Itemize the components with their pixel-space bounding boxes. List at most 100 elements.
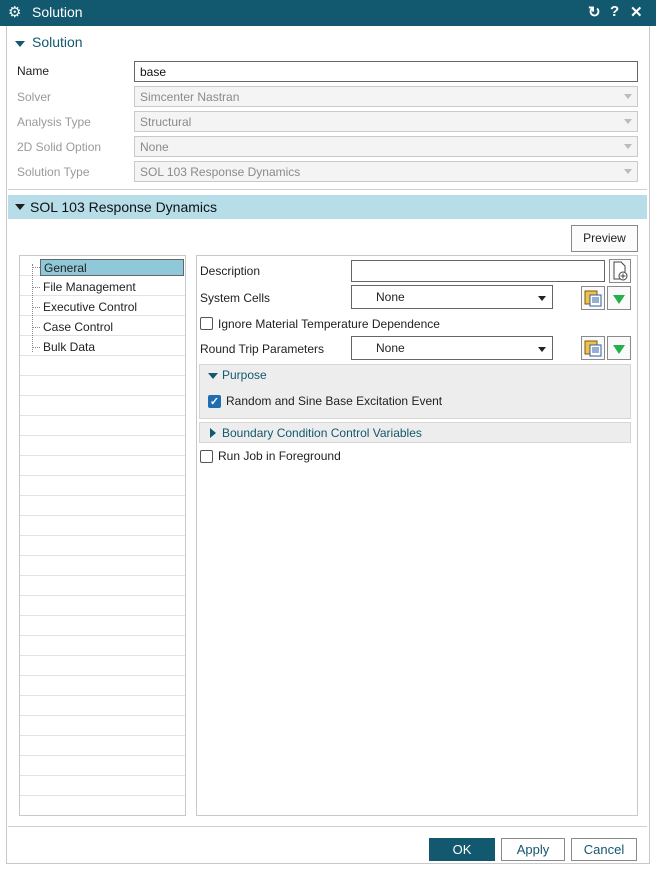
tree-row [20,656,185,676]
run-foreground-checkbox[interactable] [200,450,213,463]
help-icon[interactable]: ? [610,3,619,20]
tree-row [20,516,185,536]
collapse-arrow-icon[interactable] [15,204,25,210]
name-value: base [140,65,167,79]
solution-type-select: SOL 103 Response Dynamics [134,161,638,182]
round-trip-label: Round Trip Parameters [200,342,325,356]
tree-row [20,676,185,696]
tree-item-file-management[interactable]: File Management [40,279,139,296]
title-bar: ⚙ Solution ↻ ? ✕ [0,0,656,26]
tree-row [20,376,185,396]
chevron-down-icon [538,296,546,301]
boundary-group[interactable]: Boundary Condition Control Variables [199,422,631,443]
collapse-arrow-icon[interactable] [208,373,218,379]
solver-select: Simcenter Nastran [134,86,638,107]
round-trip-settings-button[interactable] [581,336,605,360]
analysis-type-select: Structural [134,111,638,132]
tree-connector [32,347,40,348]
triangle-down-icon [613,345,625,354]
solver-value: Simcenter Nastran [140,90,240,104]
divider [8,189,647,190]
chevron-down-icon [624,94,632,99]
tree-connector [32,264,33,352]
name-input[interactable]: base [134,61,638,82]
solution-type-value: SOL 103 Response Dynamics [140,165,301,179]
system-cells-value: None [376,290,405,304]
name-label: Name [17,64,50,78]
tree-row [20,416,185,436]
system-cells-menu-button[interactable] [607,286,631,310]
system-cells-label: System Cells [200,291,271,305]
purpose-title[interactable]: Purpose [222,368,267,382]
cancel-button[interactable]: Cancel [571,838,637,861]
collapse-arrow-icon[interactable] [15,41,25,47]
solid-option-label: 2D Solid Option [17,140,102,154]
random-sine-label: Random and Sine Base Excitation Event [226,394,443,408]
tree-connector [32,267,40,268]
chevron-down-icon [624,119,632,124]
chevron-down-icon [624,169,632,174]
tree-row [20,616,185,636]
clipboard-icon [584,340,602,357]
chevron-down-icon [538,347,546,352]
tree-row [20,716,185,736]
add-description-button[interactable] [609,259,631,283]
description-label: Description [200,264,261,278]
general-panel: Description System Cells None Ignore Mat… [196,255,638,816]
triangle-down-icon [613,295,625,304]
tree-row [20,476,185,496]
solid-option-value: None [140,140,169,154]
run-foreground-label: Run Job in Foreground [218,449,341,463]
solver-label: Solver [17,90,52,104]
round-trip-select[interactable]: None [351,336,553,360]
analysis-type-label: Analysis Type [17,115,91,129]
tree-row [20,576,185,596]
tree-item-case-control[interactable]: Case Control [40,319,116,336]
system-cells-settings-button[interactable] [581,286,605,310]
tree-item-bulk-data[interactable]: Bulk Data [40,339,98,356]
tree-row [20,776,185,796]
solution-type-label: Solution Type [17,165,90,179]
tree-connector [32,307,40,308]
gear-icon[interactable]: ⚙ [8,3,21,21]
analysis-type-value: Structural [140,115,192,129]
apply-button[interactable]: Apply [501,838,565,861]
sol-section-header[interactable]: SOL 103 Response Dynamics [8,195,647,219]
random-sine-checkbox[interactable]: ✓ [208,395,221,408]
tree-row [20,696,185,716]
tree-row [20,436,185,456]
purpose-group: Purpose ✓ Random and Sine Base Excitatio… [199,364,631,419]
round-trip-menu-button[interactable] [607,336,631,360]
tree-row [20,756,185,776]
system-cells-select[interactable]: None [351,285,553,309]
ignore-temp-checkbox[interactable] [200,317,213,330]
chevron-down-icon [624,144,632,149]
tree-connector [32,327,40,328]
description-input[interactable] [351,260,605,282]
tree-row [20,396,185,416]
sol-section-title: SOL 103 Response Dynamics [30,199,218,215]
tree-row [20,496,185,516]
reset-icon[interactable]: ↻ [588,3,601,21]
round-trip-value: None [376,341,405,355]
tree-row [20,456,185,476]
ok-button[interactable]: OK [429,838,495,861]
tree-item-executive-control[interactable]: Executive Control [40,299,140,316]
preview-button[interactable]: Preview [571,225,638,252]
window-title: Solution [32,4,83,20]
clipboard-icon [584,290,602,307]
solid-option-select: None [134,136,638,157]
tree-row [20,536,185,556]
tree-item-general[interactable]: General [40,259,184,276]
tree-row [20,796,185,816]
close-icon[interactable]: ✕ [630,3,643,21]
solution-section-title[interactable]: Solution [32,34,83,50]
tree-row [20,356,185,376]
tree-row [20,556,185,576]
tree-row [20,596,185,616]
ignore-temp-label: Ignore Material Temperature Dependence [218,317,440,331]
tree-row [20,636,185,656]
divider [8,826,647,827]
expand-arrow-icon[interactable] [210,428,216,438]
tree-row [20,736,185,756]
